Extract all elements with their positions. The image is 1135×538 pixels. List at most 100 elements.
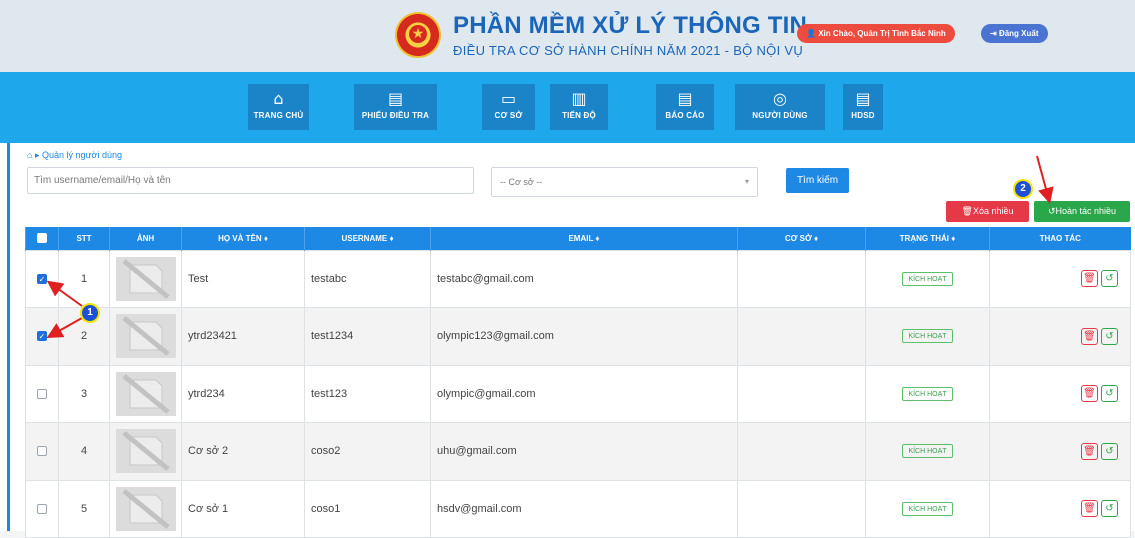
search-input[interactable] — [27, 167, 474, 194]
username-cell: coso1 — [304, 479, 431, 538]
avatar-placeholder — [116, 371, 176, 416]
status-cell: KÍCH HOẠT — [865, 307, 990, 366]
email-cell: olympic@gmail.com — [430, 364, 738, 423]
breadcrumb-separator: ▸ — [34, 150, 40, 160]
status-cell: KÍCH HOẠT — [865, 364, 990, 423]
status-badge[interactable]: KÍCH HOẠT — [902, 444, 953, 459]
photo-cell — [109, 307, 182, 366]
row-checkbox[interactable] — [37, 446, 47, 457]
undo-icon[interactable]: ↺ — [1101, 500, 1118, 518]
row-select-cell[interactable] — [25, 479, 59, 538]
avatar-placeholder — [116, 429, 176, 474]
row-checkbox[interactable] — [37, 388, 47, 399]
nav-survey-form[interactable]: ▤ PHIẾU ĐIỀU TRA — [354, 84, 437, 130]
nav-label: BÁO CÁO — [665, 111, 705, 120]
photo-cell — [109, 479, 182, 538]
actions-cell: 🗑 ↺ — [989, 364, 1131, 423]
username-cell: test123 — [304, 364, 431, 423]
delete-icon[interactable]: 🗑 — [1081, 500, 1098, 518]
col-header-stt: STT — [58, 227, 110, 250]
trash-icon: 🗑 — [961, 206, 973, 216]
actions-cell: 🗑 ↺ — [989, 422, 1131, 481]
nav-label: CƠ SỞ — [494, 111, 523, 120]
nav-users[interactable]: ◎ NGƯỜI DÙNG — [735, 84, 825, 130]
nav-manual[interactable]: ▤ HDSD — [843, 84, 883, 130]
nav-report[interactable]: ▤ BÁO CÁO — [656, 84, 714, 130]
status-badge[interactable]: KÍCH HOẠT — [902, 329, 953, 344]
undo-icon[interactable]: ↺ — [1101, 327, 1118, 345]
status-badge[interactable]: KÍCH HOẠT — [902, 501, 953, 516]
row-checkbox[interactable]: ✓ — [37, 273, 47, 284]
actions-cell: 🗑 ↺ — [989, 307, 1131, 366]
row-checkbox[interactable]: ✓ — [37, 331, 47, 342]
select-all-checkbox[interactable] — [37, 233, 47, 244]
col-header-status[interactable]: TRẠNG THÁI ♦ — [865, 227, 990, 250]
annotation-badge-2: 2 — [1015, 181, 1031, 197]
delete-icon[interactable]: 🗑 — [1081, 327, 1098, 345]
facility-cell — [737, 479, 866, 538]
row-select-cell[interactable]: ✓ — [25, 307, 59, 366]
status-badge[interactable]: KÍCH HOẠT — [902, 386, 953, 401]
stt-cell: 5 — [58, 479, 110, 538]
report-icon: ▤ — [677, 89, 693, 108]
nav-label: NGƯỜI DÙNG — [752, 111, 808, 120]
row-select-cell[interactable] — [25, 422, 59, 481]
status-cell: KÍCH HOẠT — [865, 422, 990, 481]
greeting-button[interactable]: 👤 Xin Chào, Quản Trị Tỉnh Bắc Ninh — [797, 24, 955, 43]
chevron-down-icon: ▾ — [744, 177, 749, 186]
row-select-cell[interactable]: ✓ — [25, 249, 59, 308]
table-header-row: STT ẢNH HỌ VÀ TÊN ♦ USERNAME ♦ EMAIL ♦ C… — [25, 227, 1131, 250]
status-badge[interactable]: KÍCH HOẠT — [902, 271, 953, 286]
nav-label: PHIẾU ĐIỀU TRA — [361, 111, 430, 120]
facility-cell — [737, 249, 866, 308]
delete-icon[interactable]: 🗑 — [1081, 385, 1098, 403]
manual-icon: ▤ — [855, 89, 871, 108]
col-header-email[interactable]: EMAIL ♦ — [430, 227, 738, 250]
col-header-facility[interactable]: CƠ SỞ ♦ — [737, 227, 866, 250]
row-select-cell[interactable] — [25, 364, 59, 423]
main-nav: ⌂ TRANG CHỦ ▤ PHIẾU ĐIỀU TRA ▭ CƠ SỞ ▥ T… — [0, 72, 1135, 143]
home-icon[interactable]: ⌂ — [27, 150, 32, 160]
greeting-label: Xin Chào, Quản Trị Tỉnh Bắc Ninh — [818, 29, 946, 38]
photo-cell — [109, 249, 182, 308]
col-header-username[interactable]: USERNAME ♦ — [304, 227, 431, 250]
email-cell: uhu@gmail.com — [430, 422, 738, 481]
avatar-placeholder — [116, 486, 176, 531]
name-cell: Test — [181, 249, 305, 308]
nav-home[interactable]: ⌂ TRANG CHỦ — [248, 84, 309, 130]
facility-cell — [737, 307, 866, 366]
delete-icon[interactable]: 🗑 — [1081, 270, 1098, 288]
undo-icon[interactable]: ↺ — [1101, 442, 1118, 460]
national-emblem-logo: ★ — [395, 12, 441, 58]
status-cell: KÍCH HOẠT — [865, 249, 990, 308]
col-header-name[interactable]: HỌ VÀ TÊN ♦ — [181, 227, 305, 250]
username-cell: testabc — [304, 249, 431, 308]
stt-cell: 4 — [58, 422, 110, 481]
undo-icon[interactable]: ↺ — [1101, 270, 1118, 288]
search-button[interactable]: Tìm kiếm — [786, 168, 849, 193]
bulk-undo-button[interactable]: ↺Hoàn tác nhiều — [1034, 201, 1130, 222]
email-cell: hsdv@gmail.com — [430, 479, 738, 538]
facility-cell — [737, 364, 866, 423]
actions-cell: 🗑 ↺ — [989, 479, 1131, 538]
logout-button[interactable]: ⇥ Đăng Xuất — [981, 24, 1048, 43]
select-all-header[interactable] — [25, 227, 59, 250]
bulk-delete-button[interactable]: 🗑Xóa nhiều — [946, 201, 1029, 222]
home-icon: ⌂ — [273, 89, 284, 108]
nav-progress[interactable]: ▥ TIẾN ĐỘ — [550, 84, 608, 130]
nav-facility[interactable]: ▭ CƠ SỞ — [482, 84, 535, 130]
facility-select[interactable]: -- Cơ sở -- ▾ — [491, 167, 758, 197]
row-checkbox[interactable] — [37, 503, 47, 514]
annotation-badge-1: 1 — [82, 305, 98, 321]
app-title: PHẦN MỀM XỬ LÝ THÔNG TIN — [453, 12, 808, 39]
logout-label: Đăng Xuất — [998, 29, 1039, 38]
logout-icon: ⇥ — [990, 29, 999, 38]
undo-icon[interactable]: ↺ — [1101, 385, 1118, 403]
table-row: 4 Cơ sở 2 coso2 uhu@gmail.com KÍCH HOẠT … — [25, 422, 1131, 481]
delete-icon[interactable]: 🗑 — [1081, 442, 1098, 460]
app-subtitle: ĐIỀU TRA CƠ SỞ HÀNH CHÍNH NĂM 2021 - BỘ … — [453, 43, 804, 58]
name-cell: ytrd234 — [181, 364, 305, 423]
status-cell: KÍCH HOẠT — [865, 479, 990, 538]
email-cell: olympic123@gmail.com — [430, 307, 738, 366]
avatar-placeholder — [116, 314, 176, 359]
